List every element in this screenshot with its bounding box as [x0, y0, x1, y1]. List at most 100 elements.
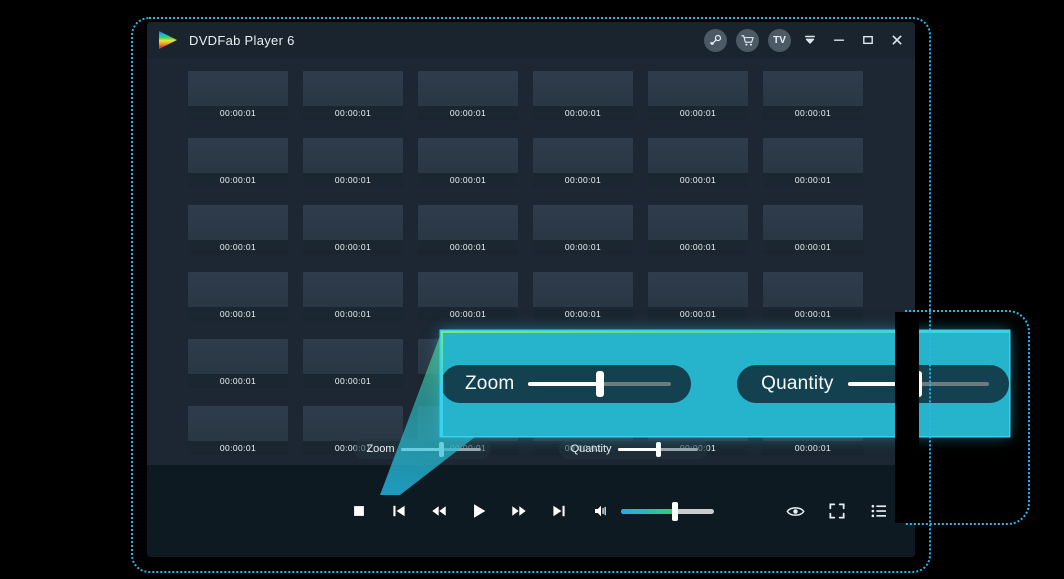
zoom-knob-magnified[interactable] [595, 370, 604, 397]
thumbnail-tile[interactable]: 00:00:01 [188, 339, 288, 388]
zoom-label-mini: Zoom [366, 443, 395, 455]
thumbnail-timestamp: 00:00:01 [418, 240, 518, 254]
thumbnail-timestamp: 00:00:01 [648, 240, 748, 254]
maximize-icon[interactable] [858, 30, 878, 50]
quantity-slider-magnified[interactable]: Quantity [737, 364, 1009, 403]
thumbnail-timestamp: 00:00:01 [303, 240, 403, 254]
quantity-track-mini[interactable] [617, 441, 698, 457]
thumbnail-tile[interactable]: 00:00:01 [303, 71, 403, 120]
titlebar-actions: TV [704, 28, 907, 52]
thumbnail-tile[interactable]: 00:00:01 [303, 138, 403, 187]
thumbnail-tile[interactable]: 00:00:01 [533, 272, 633, 321]
transport-controls [348, 500, 714, 522]
playback-control-bar [147, 465, 915, 557]
thumbnail-timestamp: 00:00:01 [418, 307, 518, 321]
fullscreen-icon[interactable] [827, 501, 847, 521]
thumbnail-timestamp: 00:00:01 [763, 307, 863, 321]
thumbnail-tile[interactable]: 00:00:01 [763, 272, 863, 321]
zoom-knob-mini[interactable] [438, 441, 444, 457]
thumbnail-timestamp: 00:00:01 [533, 106, 633, 120]
thumbnail-tile[interactable]: 00:00:01 [188, 272, 288, 321]
thumbnail-tile[interactable]: 00:00:01 [418, 205, 518, 254]
thumbnail-timestamp: 00:00:01 [303, 173, 403, 187]
thumbnail-tile[interactable]: 00:00:01 [763, 71, 863, 120]
title-bar: DVDFab Player 6 TV [147, 22, 915, 58]
thumbnail-tile[interactable]: 00:00:01 [303, 205, 403, 254]
thumbnail-timestamp: 00:00:01 [303, 307, 403, 321]
thumbnail-timestamp: 00:00:01 [763, 173, 863, 187]
tv-icon[interactable]: TV [768, 28, 791, 52]
quantity-label-magnified: Quantity [761, 372, 834, 394]
thumbnail-tile[interactable]: 00:00:01 [533, 138, 633, 187]
thumbnail-tile[interactable]: 00:00:01 [648, 138, 748, 187]
app-window: DVDFab Player 6 TV 00:00:01 00:00:01 00:… [147, 22, 915, 557]
zoom-label-magnified: Zoom [465, 372, 515, 394]
zoom-fill-mini [400, 447, 441, 451]
thumbnail-timestamp: 00:00:01 [648, 307, 748, 321]
thumbnail-timestamp: 00:00:01 [188, 240, 288, 254]
magnified-slider-popup: Zoom Quantity [441, 331, 1009, 436]
thumbnail-timestamp: 00:00:01 [303, 106, 403, 120]
cart-icon[interactable] [736, 28, 759, 52]
thumbnail-tile[interactable]: 00:00:01 [188, 138, 288, 187]
volume-control[interactable] [590, 500, 714, 522]
thumbnail-tile[interactable]: 00:00:01 [303, 272, 403, 321]
thumbnail-tile[interactable]: 00:00:01 [418, 272, 518, 321]
outline-mask [895, 312, 919, 523]
thumbnail-tile[interactable]: 00:00:01 [533, 71, 633, 120]
quantity-fill-mini [617, 447, 658, 451]
eye-icon[interactable] [785, 501, 805, 521]
screen: DVDFab Player 6 TV 00:00:01 00:00:01 00:… [0, 0, 1064, 579]
thumbnail-timestamp: 00:00:01 [648, 106, 748, 120]
zoom-slider-mini[interactable]: Zoom [354, 439, 491, 459]
thumbnail-timestamp: 00:00:01 [418, 106, 518, 120]
thumbnail-tile[interactable]: 00:00:01 [188, 71, 288, 120]
zoom-track-mini[interactable] [400, 441, 481, 457]
mini-slider-row: Zoom Quantity [147, 439, 915, 459]
secondary-tools [785, 501, 889, 521]
rewind-icon[interactable] [428, 500, 450, 522]
thumbnail-tile[interactable]: 00:00:01 [418, 71, 518, 120]
volume-track[interactable] [621, 501, 714, 521]
thumbnail-tile[interactable]: 00:00:01 [418, 138, 518, 187]
chevron-down-icon[interactable] [800, 30, 820, 50]
thumbnail-tile[interactable]: 00:00:01 [763, 205, 863, 254]
thumbnail-timestamp: 00:00:01 [533, 307, 633, 321]
thumbnail-tile[interactable]: 00:00:01 [648, 205, 748, 254]
thumbnail-timestamp: 00:00:01 [188, 374, 288, 388]
thumbnail-timestamp: 00:00:01 [188, 173, 288, 187]
thumbnail-tile[interactable]: 00:00:01 [763, 138, 863, 187]
fast-forward-icon[interactable] [508, 500, 530, 522]
thumbnail-timestamp: 00:00:01 [533, 240, 633, 254]
thumbnail-tile[interactable]: 00:00:01 [188, 205, 288, 254]
volume-icon[interactable] [590, 500, 612, 522]
thumbnail-tile[interactable]: 00:00:01 [533, 205, 633, 254]
volume-fill [621, 508, 675, 514]
stop-icon[interactable] [348, 500, 370, 522]
zoom-track-magnified[interactable] [528, 370, 672, 397]
list-icon[interactable] [869, 501, 889, 521]
zoom-slider-magnified[interactable]: Zoom [441, 364, 692, 403]
play-icon[interactable] [468, 500, 490, 522]
thumbnail-tile[interactable]: 00:00:01 [648, 71, 748, 120]
thumbnail-timestamp: 00:00:01 [648, 173, 748, 187]
quantity-slider-mini[interactable]: Quantity [558, 439, 708, 459]
zoom-fill-magnified [528, 381, 600, 386]
quantity-label-mini: Quantity [570, 443, 612, 455]
play-triangle-rainbow-icon [157, 30, 179, 50]
quantity-knob-mini[interactable] [655, 441, 661, 457]
skip-previous-icon[interactable] [388, 500, 410, 522]
volume-knob[interactable] [671, 501, 678, 521]
close-icon[interactable] [887, 30, 907, 50]
skip-next-icon[interactable] [548, 500, 570, 522]
thumbnail-timestamp: 00:00:01 [533, 173, 633, 187]
key-icon[interactable] [704, 28, 727, 52]
minimize-icon[interactable] [829, 30, 849, 50]
thumbnail-timestamp: 00:00:01 [763, 240, 863, 254]
thumbnail-tile[interactable]: 00:00:01 [303, 339, 403, 388]
thumbnail-timestamp: 00:00:01 [188, 307, 288, 321]
thumbnail-timestamp: 00:00:01 [303, 374, 403, 388]
thumbnail-tile[interactable]: 00:00:01 [648, 272, 748, 321]
thumbnail-timestamp: 00:00:01 [418, 173, 518, 187]
thumbnail-timestamp: 00:00:01 [188, 106, 288, 120]
